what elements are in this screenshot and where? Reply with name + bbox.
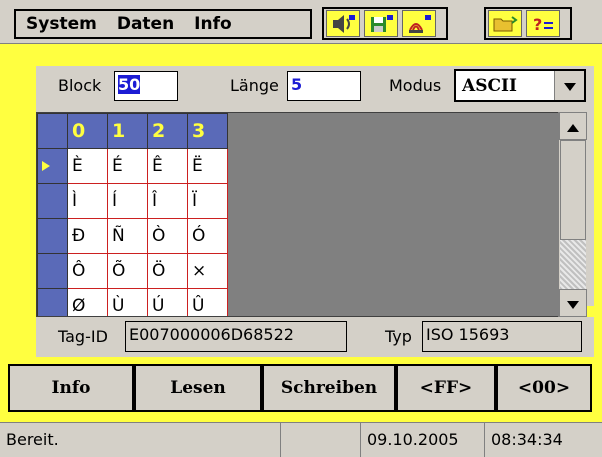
grid-cell[interactable]: Í — [107, 183, 148, 219]
row-header[interactable] — [37, 183, 68, 219]
grid-cell[interactable]: Õ — [107, 253, 148, 289]
ff-button[interactable]: <FF> — [396, 364, 496, 412]
grid-cell[interactable]: Ò — [147, 218, 188, 254]
column-header[interactable]: 3 — [187, 113, 228, 149]
antenna-icon — [406, 14, 432, 34]
grid-cell[interactable]: Ï — [187, 183, 228, 219]
tag-panel: Tag-ID E007000006D68522 Typ ISO 15693 — [36, 317, 594, 357]
speaker-icon — [330, 14, 356, 34]
grid-cell[interactable]: Ö — [147, 253, 188, 289]
row-header[interactable] — [37, 253, 68, 289]
modus-label: Modus — [389, 76, 442, 95]
grid-cell[interactable]: Ê — [147, 148, 188, 184]
chevron-down-icon — [563, 76, 576, 95]
arrow-down-icon — [567, 294, 579, 313]
arrow-up-icon — [567, 117, 579, 136]
grid-cell[interactable]: Ø — [67, 288, 108, 316]
header-row: 0 1 2 3 — [37, 113, 228, 149]
grid-cell[interactable]: Ë — [187, 148, 228, 184]
modus-select[interactable]: ASCII — [454, 69, 586, 102]
folder-icon — [492, 14, 518, 34]
menu-daten[interactable]: Daten — [107, 14, 184, 34]
row-header-current[interactable] — [37, 148, 68, 184]
table-row: Ø Ù Ú Û — [37, 288, 228, 316]
action-buttons: Info Lesen Schreiben <FF> <00> — [8, 364, 598, 412]
lesen-button[interactable]: Lesen — [134, 364, 262, 412]
row-pointer-icon — [42, 156, 50, 176]
grid-cell[interactable]: × — [187, 253, 228, 289]
status-date: 09.10.2005 — [360, 423, 484, 457]
block-input[interactable]: 50 — [114, 71, 178, 101]
table-row: Ð Ñ Ò Ó — [37, 218, 228, 254]
grid-cell[interactable]: Ñ — [107, 218, 148, 254]
schreiben-button[interactable]: Schreiben — [262, 364, 396, 412]
column-header[interactable]: 1 — [107, 113, 148, 149]
typ-label: Typ — [385, 327, 412, 346]
menu-info[interactable]: Info — [184, 14, 242, 34]
grid-cell[interactable]: È — [67, 148, 108, 184]
help-button[interactable]: ? — [526, 10, 560, 37]
corner-cell — [37, 113, 68, 149]
column-header[interactable]: 0 — [67, 113, 108, 149]
status-empty — [280, 423, 360, 457]
laenge-input[interactable]: 5 — [287, 71, 361, 101]
column-header[interactable]: 2 — [147, 113, 188, 149]
main-menu: System Daten Info — [14, 9, 312, 39]
tagid-label: Tag-ID — [58, 327, 108, 346]
grid-cell[interactable]: Ð — [67, 218, 108, 254]
main-area: Block 50 Länge 5 Modus ASCII 0 1 2 3 È É… — [0, 44, 602, 422]
grid-cell[interactable]: É — [107, 148, 148, 184]
help-icon: ? — [530, 14, 556, 34]
status-time: 08:34:34 — [484, 423, 602, 457]
block-label: Block — [58, 76, 102, 95]
grid-cell[interactable]: Ú — [147, 288, 188, 316]
modus-dropdown-button[interactable] — [554, 71, 584, 100]
sound-reader-button[interactable] — [326, 10, 360, 37]
zero-button[interactable]: <00> — [496, 364, 592, 412]
typ-field: ISO 15693 — [422, 321, 582, 352]
grid-cell[interactable]: Û — [187, 288, 228, 316]
grid-scrollbar[interactable] — [558, 112, 587, 317]
signal-button[interactable] — [402, 10, 436, 37]
table-row: Ô Õ Ö × — [37, 253, 228, 289]
disk-icon — [368, 14, 394, 34]
open-button[interactable] — [488, 10, 522, 37]
info-button[interactable]: Info — [8, 364, 134, 412]
reader-toolbar — [322, 7, 448, 40]
save-reader-button[interactable] — [364, 10, 398, 37]
table-row: È É Ê Ë — [37, 148, 228, 184]
laenge-label: Länge — [230, 76, 279, 95]
row-header[interactable] — [37, 218, 68, 254]
grid-cell[interactable]: Ù — [107, 288, 148, 316]
block-value: 50 — [118, 75, 141, 94]
grid-cell[interactable]: Ô — [67, 253, 108, 289]
data-table: 0 1 2 3 È É Ê Ë Ì Í Î Ï Ð Ñ Ò Ó Ô Õ Ö × … — [37, 113, 228, 316]
status-text: Bereit. — [6, 430, 59, 449]
grid-cell[interactable]: Ó — [187, 218, 228, 254]
scroll-track[interactable] — [560, 240, 586, 289]
svg-text:?: ? — [533, 15, 542, 34]
menu-system[interactable]: System — [16, 14, 107, 34]
status-bar: Bereit. 09.10.2005 08:34:34 — [0, 422, 602, 457]
menu-bar: System Daten Info ? — [0, 0, 602, 44]
scroll-down-button[interactable] — [559, 289, 587, 317]
grid-cell[interactable]: Î — [147, 183, 188, 219]
scroll-thumb[interactable] — [560, 140, 586, 240]
grid-cell[interactable]: Ì — [67, 183, 108, 219]
table-row: Ì Í Î Ï — [37, 183, 228, 219]
tagid-field: E007000006D68522 — [125, 321, 347, 352]
data-grid[interactable]: 0 1 2 3 È É Ê Ë Ì Í Î Ï Ð Ñ Ò Ó Ô Õ Ö × … — [36, 112, 586, 317]
modus-value: ASCII — [462, 76, 517, 96]
scroll-up-button[interactable] — [559, 112, 587, 140]
file-toolbar: ? — [484, 7, 572, 40]
row-header[interactable] — [37, 288, 68, 316]
